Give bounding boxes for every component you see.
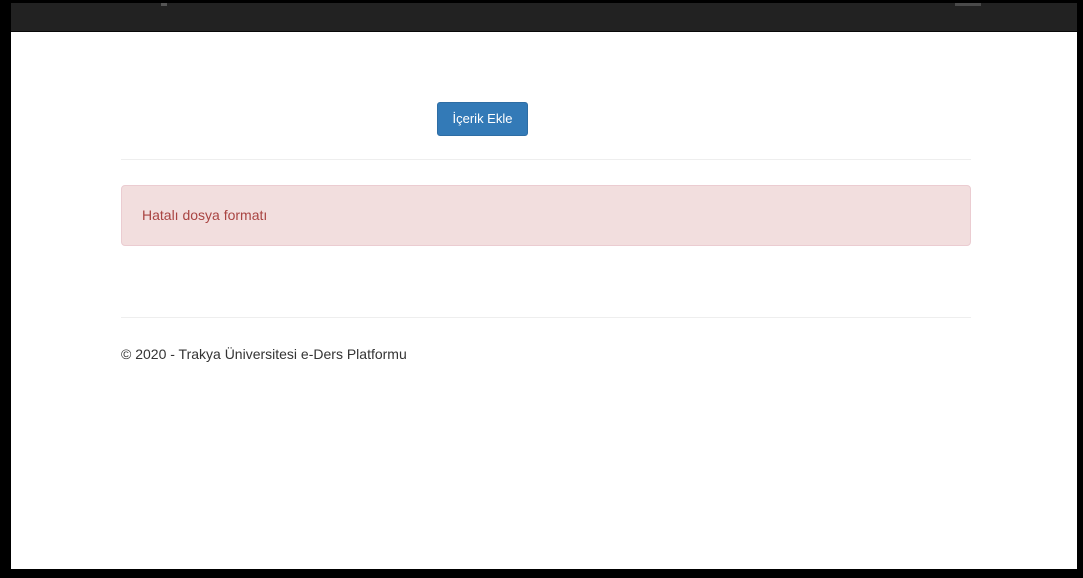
browser-viewport: İçerik Ekle Hatalı dosya formatı © 2020 … xyxy=(11,3,1077,569)
navbar-right-fragment xyxy=(955,3,981,6)
add-content-button[interactable]: İçerik Ekle xyxy=(437,102,528,136)
error-alert: Hatalı dosya formatı xyxy=(121,185,971,246)
error-alert-message: Hatalı dosya formatı xyxy=(142,207,268,223)
screenshot-frame: İçerik Ekle Hatalı dosya formatı © 2020 … xyxy=(0,0,1083,578)
content-divider xyxy=(121,159,971,160)
footer-copyright: © 2020 - Trakya Üniversitesi e-Ders Plat… xyxy=(121,346,407,362)
footer-divider xyxy=(121,317,971,318)
navbar-brand-fragment xyxy=(161,3,167,6)
top-navbar xyxy=(11,3,1077,32)
